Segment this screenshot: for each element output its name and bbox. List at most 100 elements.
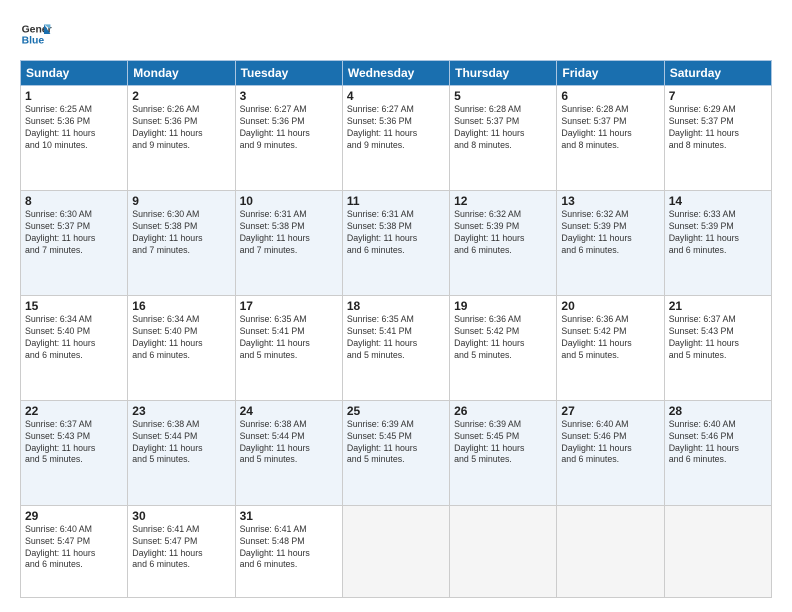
day-cell: 17Sunrise: 6:35 AMSunset: 5:41 PMDayligh… bbox=[235, 295, 342, 400]
day-number: 25 bbox=[347, 404, 445, 418]
day-info: Sunrise: 6:31 AMSunset: 5:38 PMDaylight:… bbox=[240, 209, 338, 257]
week-row-5: 29Sunrise: 6:40 AMSunset: 5:47 PMDayligh… bbox=[21, 505, 772, 597]
day-number: 28 bbox=[669, 404, 767, 418]
day-info: Sunrise: 6:39 AMSunset: 5:45 PMDaylight:… bbox=[347, 419, 445, 467]
calendar: SundayMondayTuesdayWednesdayThursdayFrid… bbox=[20, 60, 772, 598]
day-number: 4 bbox=[347, 89, 445, 103]
day-cell: 14Sunrise: 6:33 AMSunset: 5:39 PMDayligh… bbox=[664, 190, 771, 295]
day-cell: 19Sunrise: 6:36 AMSunset: 5:42 PMDayligh… bbox=[450, 295, 557, 400]
day-cell: 29Sunrise: 6:40 AMSunset: 5:47 PMDayligh… bbox=[21, 505, 128, 597]
logo-icon: General Blue bbox=[20, 18, 52, 50]
header: General Blue bbox=[20, 18, 772, 50]
day-number: 5 bbox=[454, 89, 552, 103]
day-number: 8 bbox=[25, 194, 123, 208]
day-number: 26 bbox=[454, 404, 552, 418]
day-cell: 13Sunrise: 6:32 AMSunset: 5:39 PMDayligh… bbox=[557, 190, 664, 295]
day-cell: 25Sunrise: 6:39 AMSunset: 5:45 PMDayligh… bbox=[342, 400, 449, 505]
day-number: 27 bbox=[561, 404, 659, 418]
week-row-1: 1Sunrise: 6:25 AMSunset: 5:36 PMDaylight… bbox=[21, 86, 772, 191]
day-info: Sunrise: 6:32 AMSunset: 5:39 PMDaylight:… bbox=[454, 209, 552, 257]
day-info: Sunrise: 6:35 AMSunset: 5:41 PMDaylight:… bbox=[240, 314, 338, 362]
day-cell: 24Sunrise: 6:38 AMSunset: 5:44 PMDayligh… bbox=[235, 400, 342, 505]
day-cell: 9Sunrise: 6:30 AMSunset: 5:38 PMDaylight… bbox=[128, 190, 235, 295]
day-info: Sunrise: 6:34 AMSunset: 5:40 PMDaylight:… bbox=[132, 314, 230, 362]
col-header-tuesday: Tuesday bbox=[235, 61, 342, 86]
day-info: Sunrise: 6:41 AMSunset: 5:47 PMDaylight:… bbox=[132, 524, 230, 572]
day-number: 24 bbox=[240, 404, 338, 418]
day-cell: 21Sunrise: 6:37 AMSunset: 5:43 PMDayligh… bbox=[664, 295, 771, 400]
day-cell: 11Sunrise: 6:31 AMSunset: 5:38 PMDayligh… bbox=[342, 190, 449, 295]
day-number: 11 bbox=[347, 194, 445, 208]
day-cell: 30Sunrise: 6:41 AMSunset: 5:47 PMDayligh… bbox=[128, 505, 235, 597]
week-row-2: 8Sunrise: 6:30 AMSunset: 5:37 PMDaylight… bbox=[21, 190, 772, 295]
day-number: 20 bbox=[561, 299, 659, 313]
day-info: Sunrise: 6:26 AMSunset: 5:36 PMDaylight:… bbox=[132, 104, 230, 152]
day-info: Sunrise: 6:28 AMSunset: 5:37 PMDaylight:… bbox=[561, 104, 659, 152]
day-number: 13 bbox=[561, 194, 659, 208]
day-cell: 15Sunrise: 6:34 AMSunset: 5:40 PMDayligh… bbox=[21, 295, 128, 400]
day-number: 31 bbox=[240, 509, 338, 523]
day-number: 1 bbox=[25, 89, 123, 103]
day-cell bbox=[450, 505, 557, 597]
day-number: 7 bbox=[669, 89, 767, 103]
day-number: 18 bbox=[347, 299, 445, 313]
day-info: Sunrise: 6:28 AMSunset: 5:37 PMDaylight:… bbox=[454, 104, 552, 152]
day-info: Sunrise: 6:36 AMSunset: 5:42 PMDaylight:… bbox=[561, 314, 659, 362]
day-cell: 27Sunrise: 6:40 AMSunset: 5:46 PMDayligh… bbox=[557, 400, 664, 505]
day-cell: 20Sunrise: 6:36 AMSunset: 5:42 PMDayligh… bbox=[557, 295, 664, 400]
day-cell: 10Sunrise: 6:31 AMSunset: 5:38 PMDayligh… bbox=[235, 190, 342, 295]
day-info: Sunrise: 6:37 AMSunset: 5:43 PMDaylight:… bbox=[25, 419, 123, 467]
day-info: Sunrise: 6:30 AMSunset: 5:37 PMDaylight:… bbox=[25, 209, 123, 257]
day-cell bbox=[557, 505, 664, 597]
day-info: Sunrise: 6:38 AMSunset: 5:44 PMDaylight:… bbox=[240, 419, 338, 467]
col-header-saturday: Saturday bbox=[664, 61, 771, 86]
day-info: Sunrise: 6:32 AMSunset: 5:39 PMDaylight:… bbox=[561, 209, 659, 257]
day-number: 29 bbox=[25, 509, 123, 523]
page: General Blue SundayMondayTuesdayWednesda… bbox=[0, 0, 792, 612]
col-header-friday: Friday bbox=[557, 61, 664, 86]
day-info: Sunrise: 6:41 AMSunset: 5:48 PMDaylight:… bbox=[240, 524, 338, 572]
day-number: 6 bbox=[561, 89, 659, 103]
day-cell: 5Sunrise: 6:28 AMSunset: 5:37 PMDaylight… bbox=[450, 86, 557, 191]
day-info: Sunrise: 6:38 AMSunset: 5:44 PMDaylight:… bbox=[132, 419, 230, 467]
day-number: 19 bbox=[454, 299, 552, 313]
day-number: 22 bbox=[25, 404, 123, 418]
day-info: Sunrise: 6:27 AMSunset: 5:36 PMDaylight:… bbox=[240, 104, 338, 152]
day-cell: 26Sunrise: 6:39 AMSunset: 5:45 PMDayligh… bbox=[450, 400, 557, 505]
day-cell: 23Sunrise: 6:38 AMSunset: 5:44 PMDayligh… bbox=[128, 400, 235, 505]
day-cell: 1Sunrise: 6:25 AMSunset: 5:36 PMDaylight… bbox=[21, 86, 128, 191]
col-header-wednesday: Wednesday bbox=[342, 61, 449, 86]
day-info: Sunrise: 6:39 AMSunset: 5:45 PMDaylight:… bbox=[454, 419, 552, 467]
day-number: 16 bbox=[132, 299, 230, 313]
week-row-4: 22Sunrise: 6:37 AMSunset: 5:43 PMDayligh… bbox=[21, 400, 772, 505]
day-info: Sunrise: 6:34 AMSunset: 5:40 PMDaylight:… bbox=[25, 314, 123, 362]
day-number: 23 bbox=[132, 404, 230, 418]
day-info: Sunrise: 6:36 AMSunset: 5:42 PMDaylight:… bbox=[454, 314, 552, 362]
day-cell: 8Sunrise: 6:30 AMSunset: 5:37 PMDaylight… bbox=[21, 190, 128, 295]
day-cell: 22Sunrise: 6:37 AMSunset: 5:43 PMDayligh… bbox=[21, 400, 128, 505]
day-number: 2 bbox=[132, 89, 230, 103]
day-cell bbox=[342, 505, 449, 597]
day-info: Sunrise: 6:33 AMSunset: 5:39 PMDaylight:… bbox=[669, 209, 767, 257]
day-cell: 28Sunrise: 6:40 AMSunset: 5:46 PMDayligh… bbox=[664, 400, 771, 505]
day-cell: 16Sunrise: 6:34 AMSunset: 5:40 PMDayligh… bbox=[128, 295, 235, 400]
day-info: Sunrise: 6:25 AMSunset: 5:36 PMDaylight:… bbox=[25, 104, 123, 152]
day-info: Sunrise: 6:40 AMSunset: 5:46 PMDaylight:… bbox=[669, 419, 767, 467]
day-number: 12 bbox=[454, 194, 552, 208]
col-header-sunday: Sunday bbox=[21, 61, 128, 86]
day-number: 14 bbox=[669, 194, 767, 208]
day-cell: 18Sunrise: 6:35 AMSunset: 5:41 PMDayligh… bbox=[342, 295, 449, 400]
day-cell: 7Sunrise: 6:29 AMSunset: 5:37 PMDaylight… bbox=[664, 86, 771, 191]
day-number: 3 bbox=[240, 89, 338, 103]
day-number: 17 bbox=[240, 299, 338, 313]
day-cell: 3Sunrise: 6:27 AMSunset: 5:36 PMDaylight… bbox=[235, 86, 342, 191]
day-cell: 6Sunrise: 6:28 AMSunset: 5:37 PMDaylight… bbox=[557, 86, 664, 191]
day-cell: 2Sunrise: 6:26 AMSunset: 5:36 PMDaylight… bbox=[128, 86, 235, 191]
day-cell: 12Sunrise: 6:32 AMSunset: 5:39 PMDayligh… bbox=[450, 190, 557, 295]
svg-text:Blue: Blue bbox=[22, 36, 45, 47]
day-info: Sunrise: 6:27 AMSunset: 5:36 PMDaylight:… bbox=[347, 104, 445, 152]
day-number: 21 bbox=[669, 299, 767, 313]
logo: General Blue bbox=[20, 18, 56, 50]
day-number: 9 bbox=[132, 194, 230, 208]
day-number: 30 bbox=[132, 509, 230, 523]
